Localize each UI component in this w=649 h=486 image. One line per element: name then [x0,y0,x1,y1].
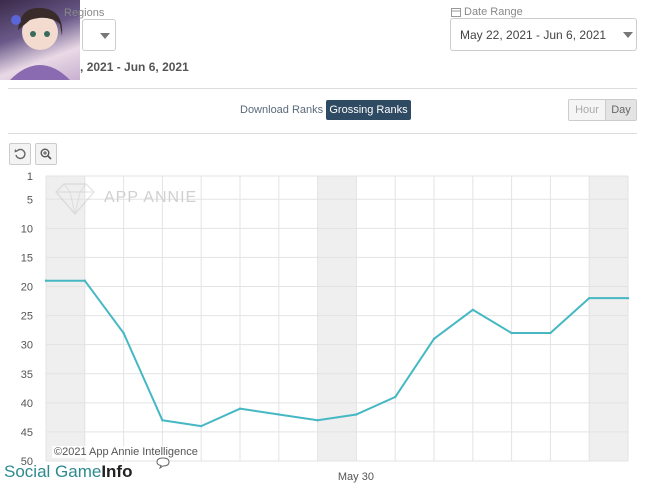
y-tick-label: 5 [27,194,33,206]
svg-text:APP ANNIE: APP ANNIE [104,189,197,206]
chevron-down-icon [623,32,633,38]
divider-top [8,88,637,89]
weekend-band [46,176,85,461]
chevron-down-icon [100,33,110,39]
y-tick-label: 30 [21,340,33,352]
weekend-band [589,176,628,461]
download-ranks-tab[interactable]: Download Ranks [240,104,323,116]
y-tick-label: 1 [27,171,33,183]
undo-icon [14,148,26,160]
y-tick-label: 15 [21,252,33,264]
grossing-ranks-tab[interactable]: Grossing Ranks [326,100,411,120]
calendar-icon [451,8,461,17]
data-point [277,413,280,416]
regions-label: Regions [64,7,105,19]
rank-chart: APP ANNIE 15101520253035404550 May 30 [21,171,630,483]
data-point [432,337,436,341]
data-point [200,424,203,428]
reset-zoom-button[interactable] [9,143,31,165]
y-tick-label: 25 [21,311,33,323]
copyright-label: ©2021 App Annie Intelligence [52,446,200,458]
y-axis: 15101520253035404550 [21,171,33,468]
speech-bubble-icon [156,457,170,469]
date-range-label: Date Range [451,6,523,18]
data-point [122,331,125,335]
y-tick-label: 35 [21,369,33,381]
data-point [588,296,591,300]
data-point [44,279,48,282]
y-tick-label: 40 [21,398,33,410]
divider-toolbar [8,133,637,134]
y-tick-label: 20 [21,282,33,294]
data-point [83,279,87,282]
y-tick-label: 45 [21,427,33,439]
day-toggle[interactable]: Day [605,99,637,121]
data-point [238,407,242,410]
x-tick-label: May 30 [338,471,374,483]
data-point [510,331,513,335]
data-point [316,419,319,422]
date-range-select[interactable]: May 22, 2021 - Jun 6, 2021 [450,18,637,51]
regions-select[interactable] [82,19,116,51]
y-tick-label: 10 [21,223,33,235]
data-point [471,308,474,311]
data-point [161,419,164,422]
x-axis: May 30 [338,471,374,483]
zoom-in-icon [40,148,52,160]
social-game-info-logo: Social GameInfo [4,462,133,481]
date-range-value: May 22, 2021 - Jun 6, 2021 [460,28,607,42]
zoom-in-button[interactable] [35,143,57,165]
data-point [394,395,397,399]
data-point [626,296,630,300]
hour-toggle[interactable]: Hour [568,99,606,121]
data-point [549,331,552,335]
data-point [355,413,358,416]
